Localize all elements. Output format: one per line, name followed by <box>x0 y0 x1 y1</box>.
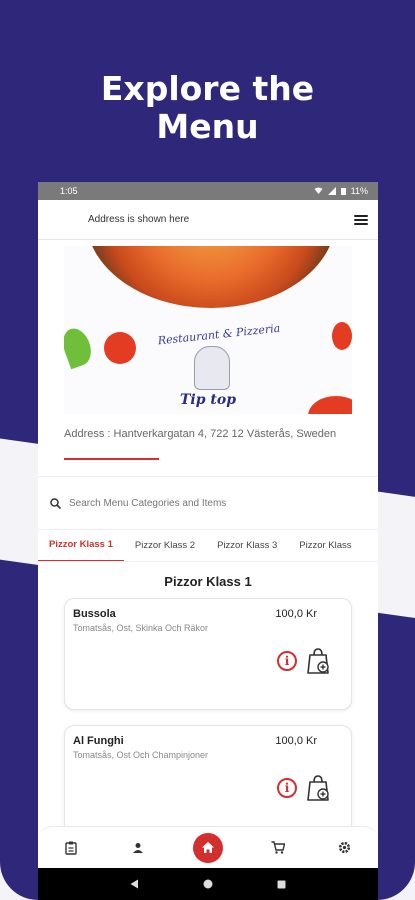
home-circle-icon[interactable] <box>203 879 213 889</box>
orders-icon[interactable] <box>59 836 83 860</box>
restaurant-address: Address : Hantverkargatan 4, 722 12 Väst… <box>64 428 337 440</box>
headline-line-1: Explore the <box>100 69 315 108</box>
info-icon[interactable]: i <box>277 778 297 798</box>
category-tabs: Pizzor Klass 1 Pizzor Klass 2 Pizzor Kla… <box>38 530 378 562</box>
profile-icon[interactable] <box>126 836 150 860</box>
battery-level: 11% <box>350 186 368 196</box>
restaurant-brand: Tip top <box>180 392 236 408</box>
restaurant-logo-text: Restaurant & Pizzeria <box>157 321 281 348</box>
add-to-cart-icon[interactable] <box>305 774 331 802</box>
pizza-image <box>86 246 336 308</box>
address-hint[interactable]: Address is shown here <box>88 214 354 225</box>
item-price: 100,0 Kr <box>275 735 317 747</box>
headline-line-2: Menu <box>156 107 259 146</box>
home-icon <box>201 842 214 853</box>
system-navigation-bar <box>38 868 378 900</box>
menu-item-card[interactable]: Bussola Tomatsås, Ost, Skinka Och Räkor … <box>64 598 352 710</box>
wifi-icon <box>314 187 323 194</box>
cart-icon[interactable] <box>266 836 290 860</box>
section-title: Pizzor Klass 1 <box>164 574 252 589</box>
restaurant-banner: Restaurant & Pizzeria Tip top <box>64 246 352 414</box>
back-icon[interactable] <box>130 879 139 889</box>
tab-pizzor-klass-2[interactable]: Pizzor Klass 2 <box>124 530 206 561</box>
search-input[interactable] <box>69 497 366 509</box>
add-to-cart-icon[interactable] <box>305 647 331 675</box>
item-price: 100,0 Kr <box>275 608 317 620</box>
phone-screen: 1:05 11% Address is shown here Restauran… <box>38 182 378 900</box>
tab-pizzor-klass-3[interactable]: Pizzor Klass 3 <box>206 530 288 561</box>
address-underline <box>64 458 159 460</box>
menu-item-card[interactable]: Al Funghi Tomatsås, Ost Och Champinjoner… <box>64 725 352 837</box>
settings-icon[interactable] <box>333 836 357 860</box>
status-bar: 1:05 11% <box>38 182 378 200</box>
item-description: Tomatsås, Ost Och Champinjoner <box>73 750 209 760</box>
search-icon <box>50 497 61 509</box>
status-time: 1:05 <box>60 186 78 196</box>
search-bar[interactable] <box>38 476 378 530</box>
battery-icon <box>340 188 346 195</box>
basil-leaf <box>64 324 96 370</box>
tab-pizzor-klass-1[interactable]: Pizzor Klass 1 <box>38 530 124 561</box>
info-icon[interactable]: i <box>277 651 297 671</box>
tab-pizzor-klass-4[interactable]: Pizzor Klass <box>288 530 362 561</box>
tomato-slice <box>104 332 136 364</box>
top-app-bar: Address is shown here <box>38 200 378 240</box>
menu-icon[interactable] <box>354 214 368 225</box>
tomato-slice <box>308 396 352 414</box>
item-description: Tomatsås, Ost, Skinka Och Räkor <box>73 623 209 633</box>
tomato-slice <box>332 322 352 350</box>
bottom-navigation <box>38 826 378 868</box>
chef-logo-icon <box>194 346 230 390</box>
promo-headline: Explore the Menu <box>0 70 415 146</box>
home-button[interactable] <box>192 832 223 863</box>
recents-icon[interactable] <box>277 880 286 889</box>
signal-icon <box>327 187 336 195</box>
status-icons: 11% <box>314 186 368 196</box>
